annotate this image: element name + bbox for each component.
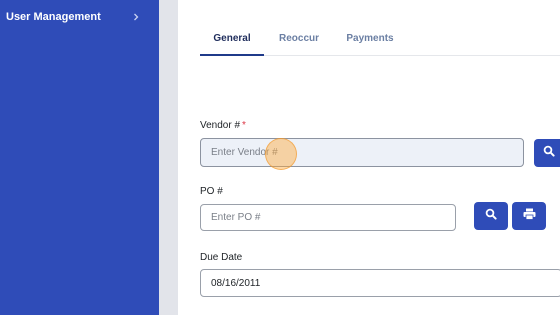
sidebar: User Management xyxy=(0,0,159,315)
chevron-right-icon xyxy=(131,12,141,22)
po-print-button[interactable] xyxy=(512,202,546,230)
tab-bar: General Reoccur Payments xyxy=(200,26,560,56)
print-icon xyxy=(523,207,536,225)
vendor-label-text: Vendor # xyxy=(200,120,241,131)
vendor-search-button[interactable] xyxy=(534,139,560,167)
due-date-input[interactable] xyxy=(200,269,560,297)
po-search-button[interactable] xyxy=(474,202,508,230)
sidebar-gutter xyxy=(159,0,178,315)
tab-reoccur[interactable]: Reoccur xyxy=(270,26,328,56)
po-label: PO # xyxy=(200,186,223,197)
required-mark: * xyxy=(242,120,246,131)
vendor-label: Vendor # * xyxy=(200,120,246,131)
tab-general[interactable]: General xyxy=(200,26,264,56)
po-input[interactable] xyxy=(200,204,456,231)
due-date-label: Due Date xyxy=(200,252,243,263)
tab-payments[interactable]: Payments xyxy=(340,26,400,56)
vendor-input[interactable] xyxy=(200,138,524,167)
search-icon xyxy=(543,144,555,162)
sidebar-item-label: User Management xyxy=(6,11,101,23)
search-icon xyxy=(485,207,497,225)
sidebar-item-user-management[interactable]: User Management xyxy=(0,6,159,28)
